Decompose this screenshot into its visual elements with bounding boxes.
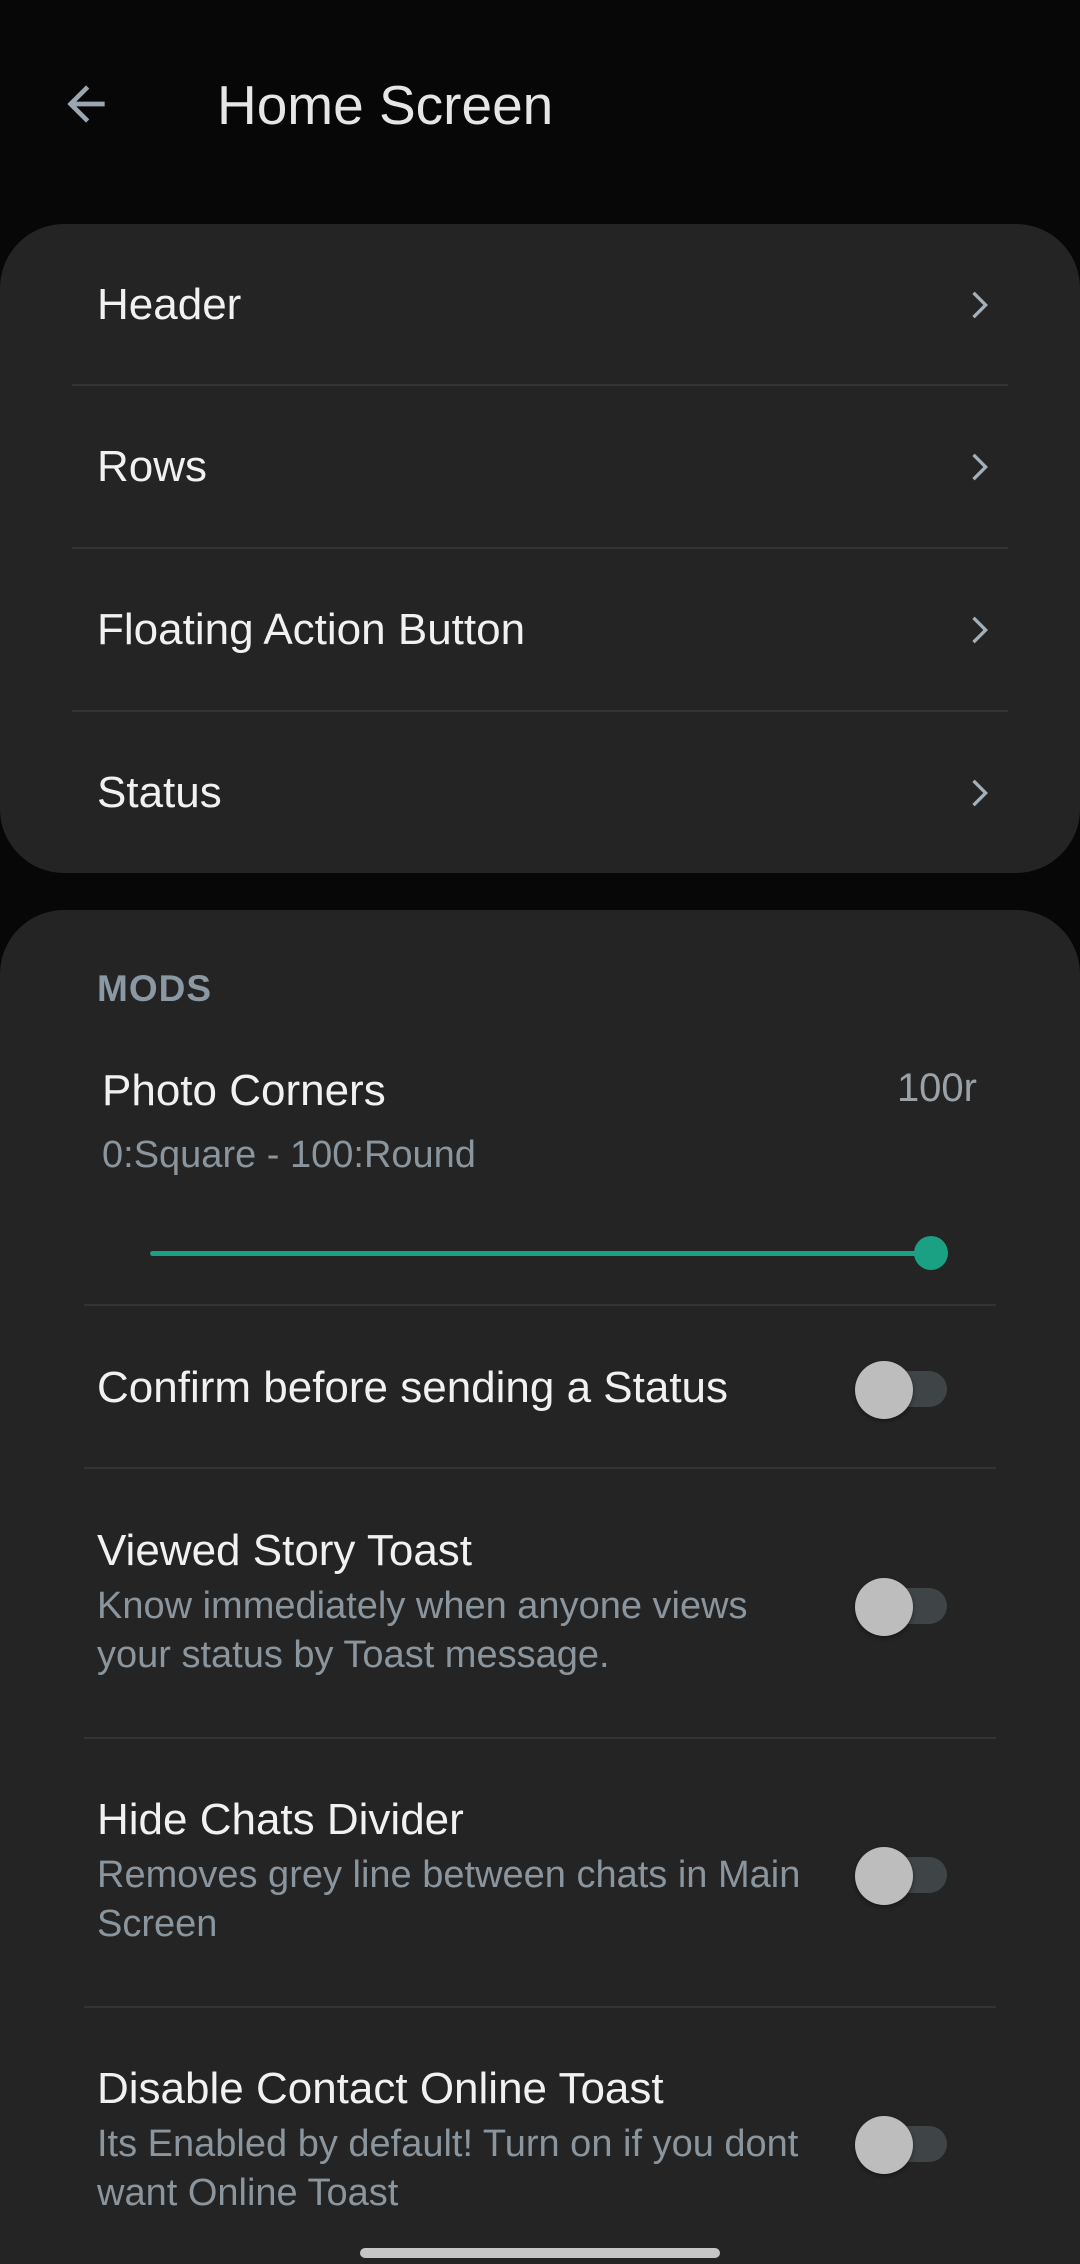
page-title: Home Screen [217, 74, 554, 136]
nav-item-label: Floating Action Button [97, 605, 526, 654]
divider [84, 2006, 996, 2008]
switch-knob [855, 1361, 913, 1419]
nav-item-label: Header [97, 280, 242, 329]
setting-summary: Know immediately when anyone views your … [97, 1585, 748, 1676]
home-indicator[interactable] [360, 2248, 720, 2258]
divider [84, 1467, 996, 1469]
chevron-right-icon [958, 447, 998, 487]
setting-title: Viewed Story Toast [97, 1526, 473, 1575]
setting-title: Hide Chats Divider [97, 1795, 464, 1844]
nav-item-label: Status [97, 768, 222, 817]
nav-item-rows[interactable]: Rows [72, 386, 1008, 548]
photo-corners-slider[interactable] [150, 1251, 931, 1256]
photo-corners-summary: 0:Square - 100:Round [102, 1134, 476, 1176]
hide-chats-divider-switch[interactable] [855, 1847, 951, 1905]
back-button[interactable] [44, 62, 128, 146]
section-header-mods: MODS [97, 968, 212, 1009]
setting-summary: Its Enabled by default! Turn on if you d… [97, 2123, 799, 2214]
chevron-right-icon [958, 773, 998, 813]
divider [84, 1304, 996, 1306]
confirm-status-switch[interactable] [855, 1361, 951, 1419]
disable-online-toast-switch[interactable] [855, 2116, 951, 2174]
photo-corners-title: Photo Corners [102, 1066, 386, 1115]
setting-summary: Removes grey line between chats in Main … [97, 1854, 801, 1945]
switch-knob [855, 1847, 913, 1905]
slider-fill [150, 1251, 931, 1256]
app-screen: Home Screen Header Rows Floating Action … [0, 0, 1080, 2264]
chevron-right-icon [958, 285, 998, 325]
top-app-bar: Home Screen [0, 0, 1080, 210]
nav-item-header[interactable]: Header [72, 224, 1008, 386]
setting-title: Disable Contact Online Toast [97, 2064, 664, 2113]
nav-item-label: Rows [97, 442, 208, 491]
switch-knob [855, 2116, 913, 2174]
viewed-story-toast-switch[interactable] [855, 1578, 951, 1636]
switch-knob [855, 1578, 913, 1636]
slider-thumb[interactable] [914, 1236, 948, 1270]
photo-corners-value: 100r [896, 1066, 977, 1110]
nav-item-floating-action-button[interactable]: Floating Action Button [72, 549, 1008, 711]
nav-item-status[interactable]: Status [72, 712, 1008, 874]
divider [84, 1737, 996, 1739]
arrow-left-icon [67, 85, 105, 123]
chevron-right-icon [958, 610, 998, 650]
